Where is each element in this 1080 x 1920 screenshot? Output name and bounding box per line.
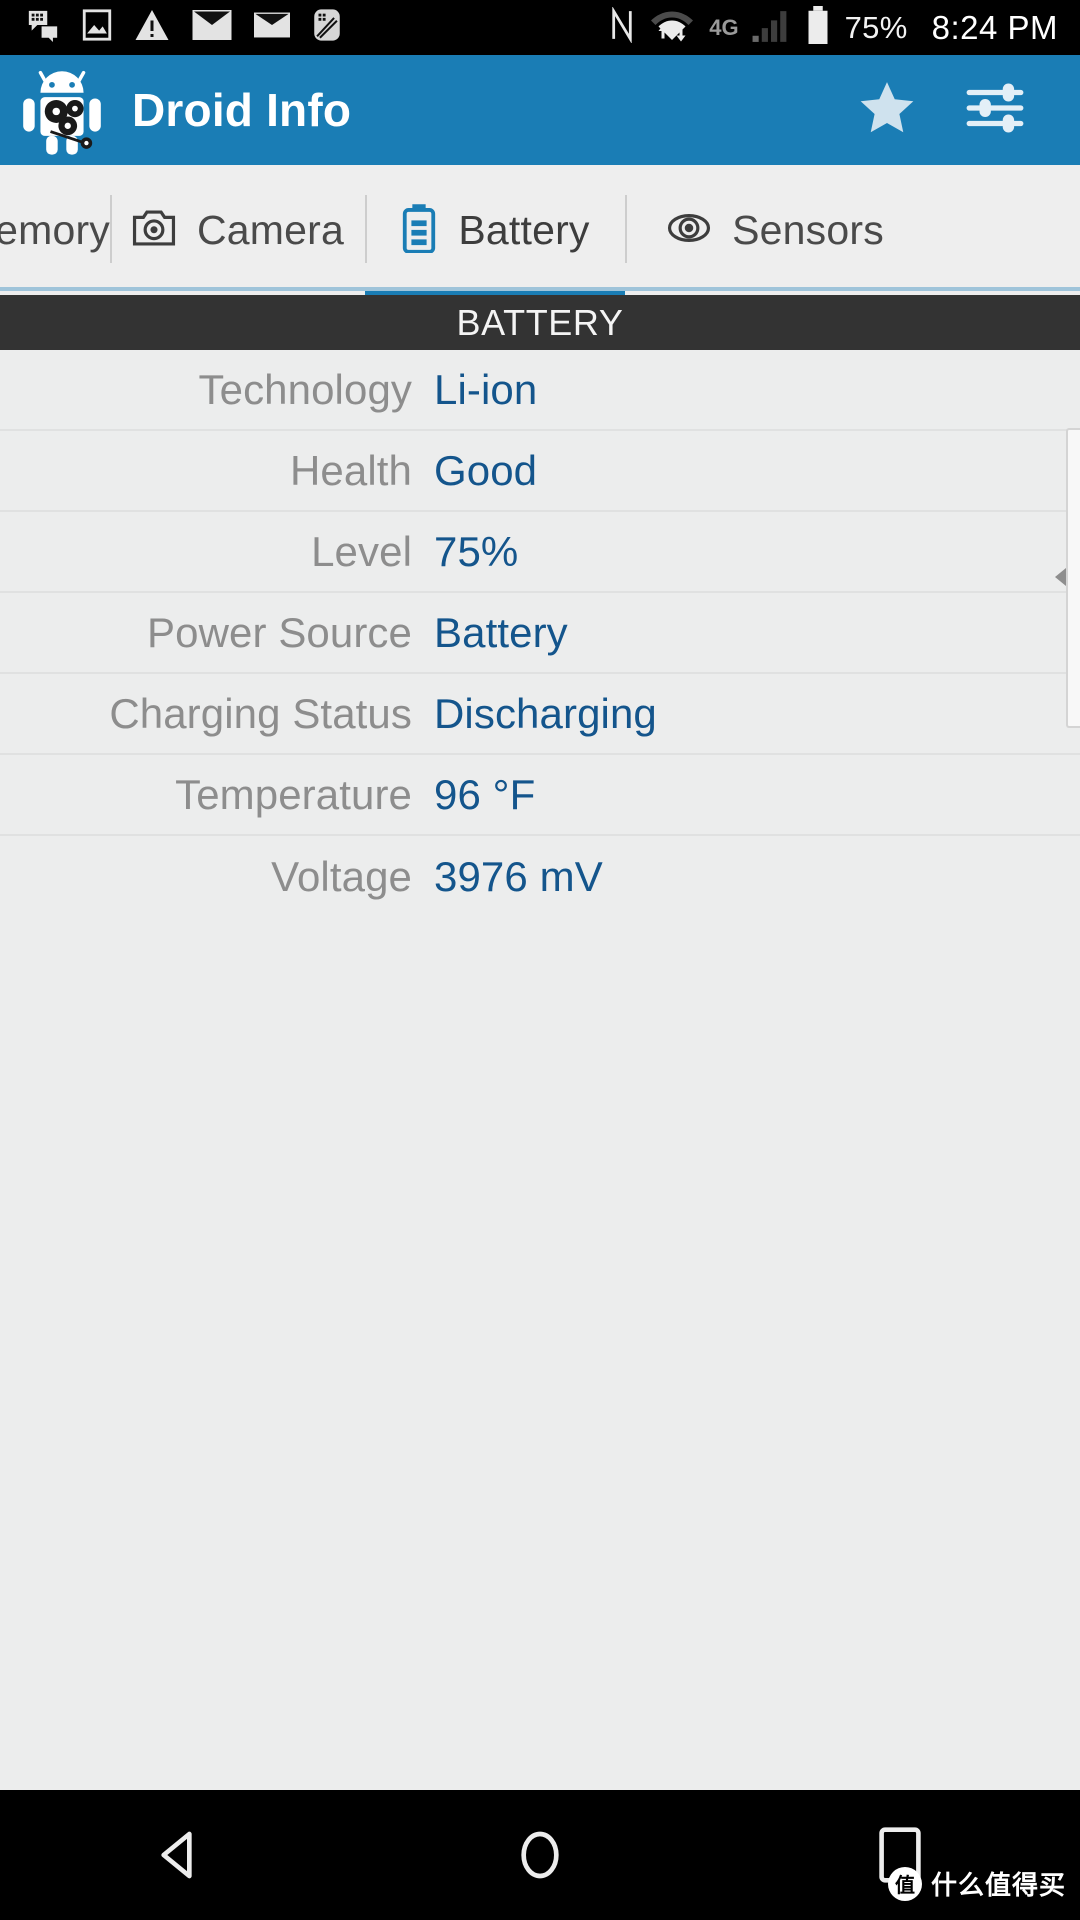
row-label: Temperature — [175, 770, 412, 818]
tab-divider — [110, 195, 112, 263]
tab-bar[interactable]: Memory Camera Battery Sensors — [0, 165, 1080, 295]
system-navigation-bar: 值 什么值得买 — [0, 1790, 1080, 1920]
table-row: Technology Li-ion — [0, 350, 1080, 431]
row-value: 75% — [434, 527, 519, 575]
scroll-left-arrow-icon — [1055, 568, 1066, 586]
camera-icon — [131, 208, 177, 253]
tab-bar-underline — [0, 287, 1080, 291]
eye-sensor-icon — [666, 208, 712, 253]
row-label: Health — [289, 446, 412, 494]
screenshot-image-icon — [82, 8, 112, 47]
signal-bars-icon — [751, 8, 791, 47]
app-bar: Droid Info — [0, 55, 1080, 165]
watermark-text: 什么值得买 — [930, 1870, 1066, 1900]
battery-icon — [805, 6, 831, 49]
tab-divider — [365, 195, 367, 263]
scrollbar-thumb[interactable] — [1066, 428, 1080, 728]
app-title: Droid Info — [132, 84, 352, 136]
table-row: Level 75% — [0, 512, 1080, 593]
phone-screen: 4G 75% 8:24 PM Droid Info emory Camera B… — [0, 0, 1080, 1920]
section-header: BATTERY — [0, 295, 1080, 350]
battery-tab-icon — [400, 203, 438, 258]
row-label: Level — [311, 527, 412, 575]
table-row: Power Source Battery — [0, 593, 1080, 674]
tab-battery-label: Battery — [458, 206, 590, 253]
status-bar-system-icons: 4G 75% 8:24 PM — [609, 6, 1080, 49]
droid-info-logo — [14, 62, 110, 158]
bbm-chat-icon — [26, 8, 60, 47]
table-row: Voltage 3976 mV — [0, 836, 1080, 917]
row-value: 96 °F — [434, 770, 536, 818]
home-button[interactable] — [460, 1790, 620, 1920]
nfc-icon — [609, 6, 635, 48]
tab-camera[interactable]: Camera — [110, 165, 365, 295]
wifi-icon — [649, 7, 695, 48]
table-row: Health Good — [0, 431, 1080, 512]
section-title: BATTERY — [456, 301, 624, 343]
row-value: Discharging — [434, 689, 657, 737]
row-label: Technology — [198, 365, 412, 413]
row-value: 3976 mV — [434, 852, 603, 900]
status-bar-clock: 8:24 PM — [931, 8, 1058, 46]
tab-memory[interactable]: Memory — [0, 165, 110, 295]
tab-divider — [625, 195, 627, 263]
back-button[interactable] — [100, 1790, 260, 1920]
row-value: Li-ion — [434, 365, 538, 413]
favorite-star-button[interactable] — [856, 77, 918, 144]
row-value: Battery — [434, 608, 568, 656]
battery-info-list: Technology Li-ion Health Good Level 75% … — [0, 350, 1080, 1790]
network-type-label: 4G — [709, 14, 739, 40]
warning-triangle-icon — [134, 8, 170, 47]
row-label: Voltage — [271, 852, 412, 900]
watermark-badge: 值 — [887, 1866, 922, 1901]
row-value: Good — [434, 446, 538, 494]
settings-sliders-button[interactable] — [964, 77, 1026, 144]
app-bar-actions — [856, 77, 1080, 144]
watermark: 值 什么值得买 — [887, 1865, 1066, 1902]
battery-percent-label: 75% — [844, 9, 908, 45]
tab-sensors-label: Sensors — [732, 206, 884, 253]
tab-memory-label: Memory — [0, 206, 110, 253]
tab-camera-label: Camera — [196, 206, 345, 253]
status-bar-notification-icons — [0, 8, 609, 47]
row-label: Power Source — [147, 608, 412, 656]
tab-battery[interactable]: Battery — [365, 165, 625, 295]
table-row: Charging Status Discharging — [0, 674, 1080, 755]
tab-sensors[interactable]: Sensors — [625, 165, 925, 295]
status-bar: 4G 75% 8:24 PM — [0, 0, 1080, 55]
mail-envelope-open-icon — [254, 12, 290, 43]
mail-envelope-icon — [192, 10, 232, 45]
blackberry-hub-icon — [312, 8, 342, 47]
row-label: Charging Status — [109, 689, 412, 737]
table-row: Temperature 96 °F — [0, 755, 1080, 836]
